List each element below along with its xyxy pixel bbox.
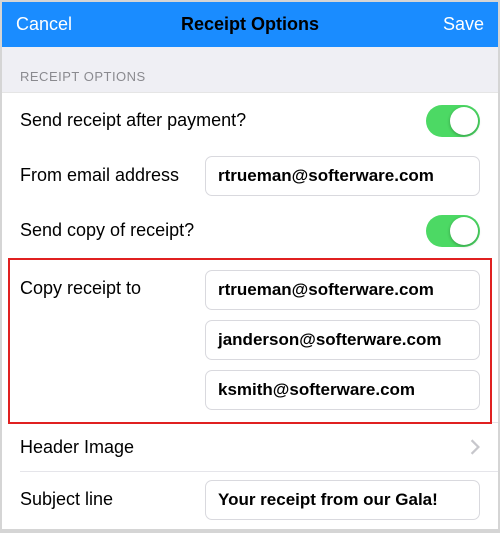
row-send-after-payment: Send receipt after payment? [2,93,498,148]
section-header: RECEIPT OPTIONS [2,47,498,93]
input-copy-to-3[interactable]: ksmith@softerware.com [205,370,480,410]
label-send-copy: Send copy of receipt? [20,220,194,241]
copy-to-stack: rtrueman@softerware.com janderson@softer… [205,270,480,422]
navbar: Cancel Receipt Options Save [2,2,498,47]
row-copy-to: Copy receipt to rtrueman@softerware.com … [2,258,498,422]
save-button[interactable]: Save [443,14,484,35]
label-header-image: Header Image [20,437,134,458]
input-subject[interactable]: Your receipt from our Gala! [205,480,480,520]
label-from-email: From email address [20,165,179,186]
row-from-email: From email address rtrueman@softerware.c… [2,148,498,203]
toggle-send-copy[interactable] [426,215,480,247]
input-copy-to-1[interactable]: rtrueman@softerware.com [205,270,480,310]
settings-panel: Cancel Receipt Options Save RECEIPT OPTI… [2,2,498,529]
chevron-right-icon [470,439,480,455]
row-send-copy: Send copy of receipt? [2,203,498,258]
toggle-send-after-payment[interactable] [426,105,480,137]
row-subject: Subject line Your receipt from our Gala! [2,472,498,527]
row-header-image[interactable]: Header Image [2,423,498,471]
label-send-after-payment: Send receipt after payment? [20,110,246,131]
input-from-email[interactable]: rtrueman@softerware.com [205,156,480,196]
cancel-button[interactable]: Cancel [16,14,72,35]
label-copy-to: Copy receipt to [20,270,141,299]
label-subject: Subject line [20,489,113,510]
page-title: Receipt Options [181,14,319,35]
input-copy-to-2[interactable]: janderson@softerware.com [205,320,480,360]
